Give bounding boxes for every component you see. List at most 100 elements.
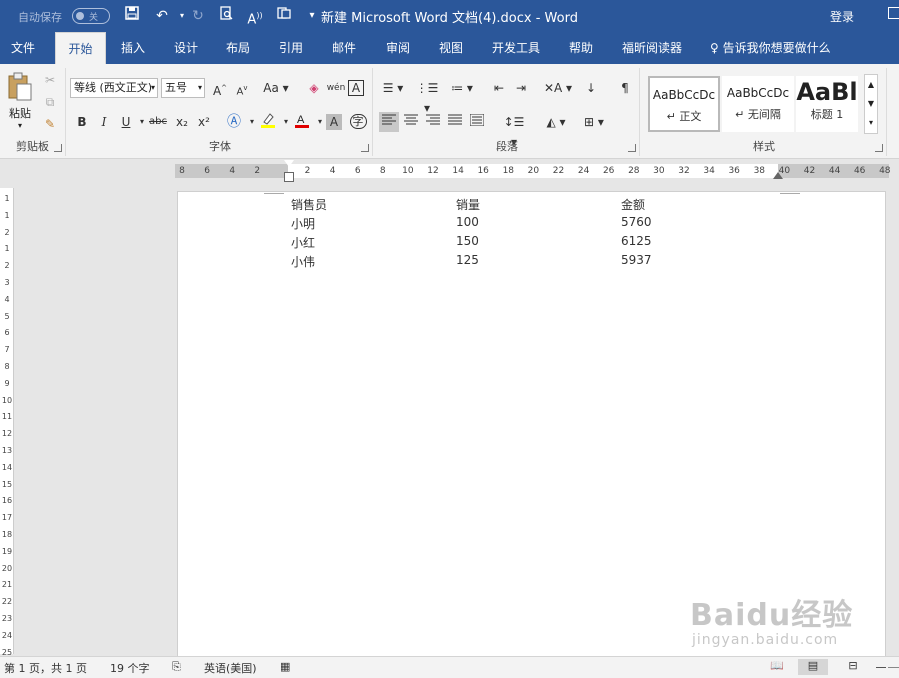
align-right-button[interactable]: [423, 112, 443, 132]
styles-launcher-icon[interactable]: [875, 144, 883, 152]
tab-help[interactable]: 帮助: [558, 32, 604, 64]
font-size-combo[interactable]: 五号 ▾: [161, 78, 205, 98]
tab-home[interactable]: 开始: [55, 32, 106, 64]
table-cell[interactable]: 小明: [291, 215, 315, 232]
distributed-button[interactable]: [467, 112, 487, 132]
justify-button[interactable]: [445, 112, 465, 132]
right-indent-marker[interactable]: [773, 172, 783, 179]
numbering-icon[interactable]: ⋮☰ ▾: [413, 78, 441, 115]
character-border-icon[interactable]: A: [348, 80, 364, 96]
language-indicator[interactable]: 英语(美国): [204, 660, 257, 676]
proofing-icon[interactable]: ⎘: [172, 660, 181, 674]
tab-file[interactable]: 文件: [0, 32, 46, 64]
cut-icon[interactable]: ✂: [40, 70, 60, 90]
bold-button[interactable]: B: [72, 112, 92, 132]
tab-mailings[interactable]: 邮件: [321, 32, 367, 64]
tab-view[interactable]: 视图: [428, 32, 474, 64]
shading-icon[interactable]: ◭ ▾: [541, 112, 571, 132]
italic-button[interactable]: I: [94, 112, 114, 132]
style-no-spacing[interactable]: AaBbCcDc ↵ 无间隔: [722, 76, 794, 132]
chinese-layout-icon[interactable]: ✕A ▾: [543, 78, 573, 98]
ruler-tick-label: 46: [853, 166, 866, 176]
ruler-tick-label: 38: [753, 166, 766, 176]
tell-me-box[interactable]: ♀ 告诉我你想要做什么: [710, 32, 831, 64]
font-size-value: 五号: [165, 81, 187, 94]
page-count[interactable]: 第 1 页，共 1 页: [4, 660, 87, 676]
document-page[interactable]: 销售员 销量 金额 小明 100 5760 小红 150 6125 小伟 125…: [177, 191, 886, 657]
tab-foxit-reader[interactable]: 福昕阅读器: [612, 32, 692, 64]
format-painter-icon[interactable]: ✎: [40, 114, 60, 134]
tab-insert[interactable]: 插入: [110, 32, 156, 64]
table-cell[interactable]: 小红: [291, 234, 315, 251]
tab-design[interactable]: 设计: [163, 32, 209, 64]
font-name-combo[interactable]: 等线 (西文正文) ▾: [70, 78, 158, 98]
zoom-slider[interactable]: [888, 667, 899, 668]
strikethrough-button[interactable]: abc: [148, 112, 168, 132]
table-cell[interactable]: 5937: [621, 253, 652, 267]
ruler-tick-label: 42: [803, 166, 816, 176]
text-effects-icon[interactable]: Ⓐ: [224, 112, 244, 132]
align-left-button[interactable]: [379, 112, 399, 132]
paste-button[interactable]: 粘贴 ▾: [4, 72, 36, 134]
hanging-indent-marker[interactable]: [284, 172, 294, 182]
scroll-up-icon[interactable]: ▲: [865, 75, 877, 94]
table-cell[interactable]: 6125: [621, 234, 652, 248]
line-spacing-icon[interactable]: ↕☰ ▾: [499, 112, 529, 149]
style-normal[interactable]: AaBbCcDc ↵ 正文: [648, 76, 720, 132]
ruler-tick-label: 18: [502, 166, 515, 176]
bullets-icon[interactable]: ☰ ▾: [379, 78, 407, 98]
web-layout-icon[interactable]: ⊟: [844, 659, 862, 675]
macro-icon[interactable]: ▦: [280, 660, 290, 673]
table-cell[interactable]: 小伟: [291, 253, 315, 270]
paragraph-launcher-icon[interactable]: [628, 144, 636, 152]
tab-layout[interactable]: 布局: [215, 32, 261, 64]
ruler-tick-label: 14: [452, 166, 464, 176]
table-cell[interactable]: 125: [456, 253, 479, 267]
align-center-button[interactable]: [401, 112, 421, 132]
superscript-button[interactable]: x²: [194, 112, 214, 132]
font-launcher-icon[interactable]: [361, 144, 369, 152]
print-layout-icon[interactable]: ▤: [798, 659, 828, 675]
clipboard-launcher-icon[interactable]: [54, 144, 62, 152]
decrease-indent-icon[interactable]: ⇤: [489, 78, 509, 98]
table-cell[interactable]: 5760: [621, 215, 652, 229]
table-cell[interactable]: 150: [456, 234, 479, 248]
table-header-amount[interactable]: 金额: [621, 196, 645, 213]
tab-references[interactable]: 引用: [268, 32, 314, 64]
enclose-characters-icon[interactable]: 字: [348, 112, 368, 132]
grow-font-icon[interactable]: A^: [210, 78, 230, 98]
show-marks-icon[interactable]: ¶: [615, 78, 635, 98]
character-shading-icon[interactable]: A: [326, 114, 342, 130]
sort-icon[interactable]: ↓: [581, 78, 601, 98]
clear-formatting-icon[interactable]: ◈: [304, 78, 324, 98]
first-line-indent-marker[interactable]: [284, 160, 294, 167]
table-header-salesperson[interactable]: 销售员: [291, 196, 327, 213]
zoom-out-icon[interactable]: [876, 667, 886, 668]
borders-icon[interactable]: ⊞ ▾: [579, 112, 609, 132]
highlight-icon[interactable]: [258, 112, 278, 132]
multilevel-list-icon[interactable]: ≔ ▾: [447, 78, 477, 98]
phonetic-guide-icon[interactable]: wén: [326, 78, 346, 98]
horizontal-ruler[interactable]: 8 6 4 2 2 4 6 8 10 12 14 16 18 20 22 24 26 28 30 32 34 36 38 40…: [0, 160, 899, 182]
table-cell[interactable]: 100: [456, 215, 479, 229]
group-paragraph: ☰ ▾ ⋮☰ ▾ ≔ ▾ ⇤ ⇥ ✕A ▾ ↓ ¶ ↕☰ ▾ ◭ ▾ ⊞ ▾ 段…: [375, 68, 640, 156]
styles-scroll[interactable]: ▲ ▼ ▾: [864, 74, 878, 134]
more-styles-icon[interactable]: ▾: [865, 113, 877, 132]
table-header-quantity[interactable]: 销量: [456, 196, 480, 213]
scroll-down-icon[interactable]: ▼: [865, 94, 877, 113]
word-count[interactable]: 19 个字: [110, 660, 150, 676]
copy-icon[interactable]: ⧉: [40, 92, 60, 112]
tab-review[interactable]: 审阅: [375, 32, 421, 64]
increase-indent-icon[interactable]: ⇥: [511, 78, 531, 98]
login-button[interactable]: 登录: [830, 8, 854, 25]
vertical-ruler[interactable]: 1 1 2 1 2 3 4 5 6 7 8 9 10 11 12 13 14 15 16 17 18 19 20 21 22 23…: [0, 188, 14, 657]
shrink-font-icon[interactable]: Av: [232, 78, 252, 98]
change-case-icon[interactable]: Aa ▾: [262, 78, 290, 98]
subscript-button[interactable]: x₂: [172, 112, 192, 132]
ribbon-display-icon[interactable]: [888, 7, 899, 19]
ruler-tick-label: 21: [1, 580, 13, 590]
style-heading-1[interactable]: AaBl 标题 1: [796, 76, 858, 132]
tab-developer[interactable]: 开发工具: [484, 32, 548, 64]
read-mode-icon[interactable]: 📖: [768, 659, 786, 675]
font-color-icon[interactable]: A: [292, 112, 312, 132]
